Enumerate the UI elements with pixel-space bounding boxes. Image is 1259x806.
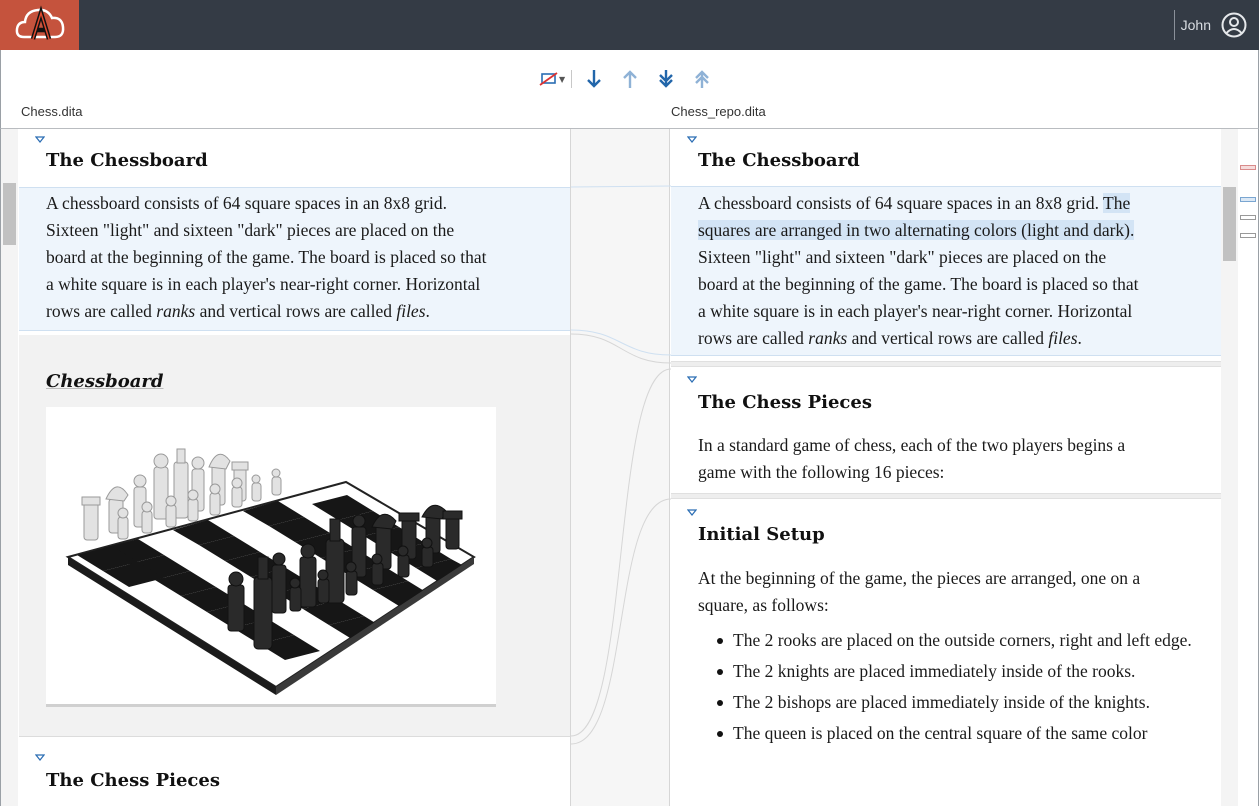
app-logo[interactable] <box>0 0 79 50</box>
app-logo-icon <box>15 5 64 40</box>
para-line: Sixteen "light" and sixteen "dark" piece… <box>46 220 455 240</box>
collapse-triangle-icon[interactable] <box>687 136 697 144</box>
figure-title: Chessboard <box>46 371 164 392</box>
change-marker[interactable] <box>1240 197 1256 202</box>
right-heading-chessboard: The Chessboard <box>698 150 860 171</box>
chessboard-image <box>46 407 496 707</box>
para-line: a white square is in each player's near-… <box>46 274 481 294</box>
next-change-icon <box>587 70 602 88</box>
change-marker[interactable] <box>1240 165 1256 170</box>
list-item: The 2 bishops are placed immediately ins… <box>717 689 1203 716</box>
text: A chessboard consists of 64 square space… <box>698 193 1104 213</box>
text: . <box>425 301 430 321</box>
first-change-button[interactable] <box>690 68 714 90</box>
previous-change-button[interactable] <box>618 68 642 90</box>
collapse-triangle-icon[interactable] <box>35 754 45 762</box>
inserted-text: The <box>1103 193 1131 213</box>
compare-toolbar: ▼ Chess.dita Chess_repo.dita <box>0 50 1259 128</box>
para-line: A chessboard consists of 64 square space… <box>698 190 1208 217</box>
left-scrollbar[interactable] <box>1 129 18 806</box>
text: and vertical rows are called <box>195 301 397 321</box>
collapse-triangle-icon[interactable] <box>35 136 45 144</box>
chess-pieces-paragraph: In a standard game of chess, each of the… <box>698 432 1208 486</box>
section-separator <box>671 493 1221 499</box>
term-files: files <box>1048 328 1078 348</box>
para-line: At the beginning of the game, the pieces… <box>698 568 1141 588</box>
para-line: Sixteen "light" and sixteen "dark" piece… <box>698 247 1107 267</box>
ignore-whitespace-button[interactable] <box>537 68 561 90</box>
toolbar-separator <box>571 70 573 88</box>
left-document-pane: The Chessboard A chessboard consists of … <box>19 129 570 806</box>
para-line: square, as follows: <box>698 595 829 615</box>
header-divider <box>1173 10 1175 40</box>
figure-block: Chessboard <box>19 335 570 737</box>
right-scrollbar-thumb[interactable] <box>1223 187 1236 261</box>
previous-change-icon <box>623 70 638 88</box>
options-dropdown-caret[interactable]: ▼ <box>559 75 565 84</box>
diff-panes: The Chessboard A chessboard consists of … <box>0 128 1259 806</box>
para-line: board at the beginning of the game. The … <box>698 274 1139 294</box>
user-menu[interactable]: John <box>1173 0 1259 50</box>
change-marker[interactable] <box>1240 233 1256 238</box>
diff-connectors <box>570 185 672 745</box>
user-name[interactable]: John <box>1181 17 1211 33</box>
para-line: a white square is in each player's near-… <box>698 301 1133 321</box>
section-separator <box>671 361 1221 367</box>
last-change-icon <box>659 70 674 88</box>
left-heading-chess-pieces: The Chess Pieces <box>46 770 220 791</box>
para-line: board at the beginning of the game. The … <box>46 247 487 267</box>
term-files: files <box>396 301 426 321</box>
change-overview-ruler[interactable] <box>1238 129 1258 806</box>
right-file-label: Chess_repo.dita <box>671 104 766 119</box>
right-scrollbar[interactable] <box>1221 129 1238 806</box>
collapse-triangle-icon[interactable] <box>687 376 697 384</box>
right-heading-initial-setup: Initial Setup <box>698 524 825 545</box>
left-scrollbar-thumb[interactable] <box>3 183 16 245</box>
last-change-button[interactable] <box>654 68 678 90</box>
para-line: squares are arranged in two alternating … <box>698 217 1208 244</box>
text: and vertical rows are called <box>847 328 1049 348</box>
next-change-button[interactable] <box>582 68 606 90</box>
term-ranks: ranks <box>808 328 848 348</box>
toolbar-buttons: ▼ <box>537 68 726 90</box>
right-document-pane: The Chessboard A chessboard consists of … <box>671 129 1221 806</box>
left-file-label: Chess.dita <box>21 104 83 119</box>
para-line: In a standard game of chess, each of the… <box>698 435 1126 455</box>
para-line: rows are called ranks and vertical rows … <box>698 325 1208 352</box>
chessboard-illustration <box>65 448 476 695</box>
top-bar: John <box>0 0 1259 50</box>
left-paragraph: A chessboard consists of 64 square space… <box>46 190 556 325</box>
term-ranks: ranks <box>156 301 196 321</box>
list-item: The 2 knights are placed immediately ins… <box>717 658 1203 685</box>
right-heading-chess-pieces: The Chess Pieces <box>698 392 872 413</box>
text: . <box>1077 328 1082 348</box>
text: rows are called <box>698 328 809 348</box>
para-line: rows are called ranks and vertical rows … <box>46 298 556 325</box>
ignore-whitespace-icon <box>539 72 558 86</box>
inserted-text: squares are arranged in two alternating … <box>698 220 1135 240</box>
list-item: The queen is placed on the central squar… <box>717 720 1203 747</box>
para-line: A chessboard consists of 64 square space… <box>46 193 447 213</box>
collapse-triangle-icon[interactable] <box>687 509 697 517</box>
setup-list: The 2 rooks are placed on the outside co… <box>717 627 1203 751</box>
list-item: The 2 rooks are placed on the outside co… <box>717 627 1203 654</box>
text: rows are called <box>46 301 157 321</box>
initial-setup-paragraph: At the beginning of the game, the pieces… <box>698 565 1208 619</box>
left-heading-chessboard: The Chessboard <box>46 150 208 171</box>
diff-connector-gutter <box>570 129 672 806</box>
para-line: game with the following 16 pieces: <box>698 462 945 482</box>
right-paragraph: A chessboard consists of 64 square space… <box>698 190 1208 352</box>
first-change-icon <box>695 70 710 88</box>
change-marker[interactable] <box>1240 215 1256 220</box>
user-circle-icon[interactable] <box>1221 12 1247 38</box>
